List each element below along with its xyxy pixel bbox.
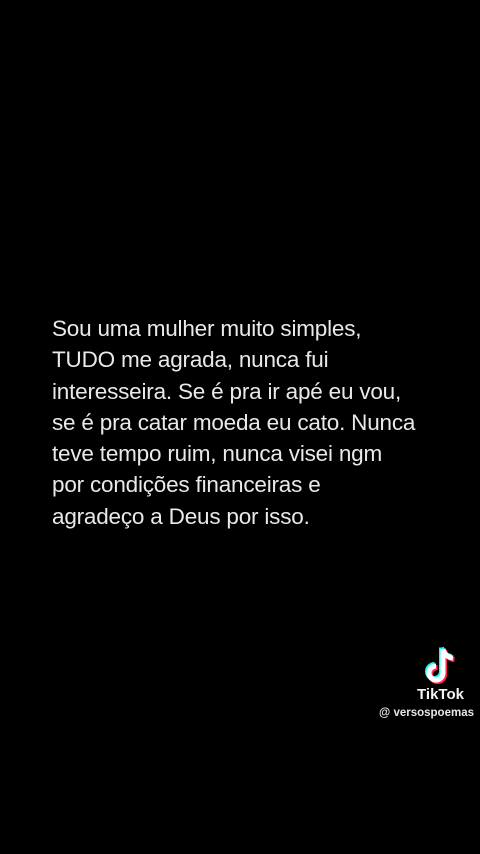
- post-text: Sou uma mulher muito simples, TUDO me ag…: [52, 313, 452, 532]
- post-text-line: interesseira. Se é pra ir apé eu vou,: [52, 378, 402, 404]
- post-text-line: se é pra catar moeda eu cato. Nunca: [52, 409, 416, 435]
- tiktok-brand-label: TikTok: [417, 686, 464, 703]
- creator-handle: @ versospoemas: [379, 707, 474, 719]
- post-text-line: por condições financeiras e: [52, 472, 321, 498]
- tiktok-logo-icon: [425, 646, 455, 684]
- post-text-line: TUDO me agrada, nunca fui: [52, 347, 329, 373]
- tiktok-watermark: TikTok @ versospoemas: [354, 646, 474, 721]
- post-text-line: agradeço a Deus por isso.: [52, 503, 310, 529]
- post-text-line: Sou uma mulher muito simples,: [52, 316, 362, 341]
- post-text-line: teve tempo ruim, nunca visei ngm: [52, 441, 383, 467]
